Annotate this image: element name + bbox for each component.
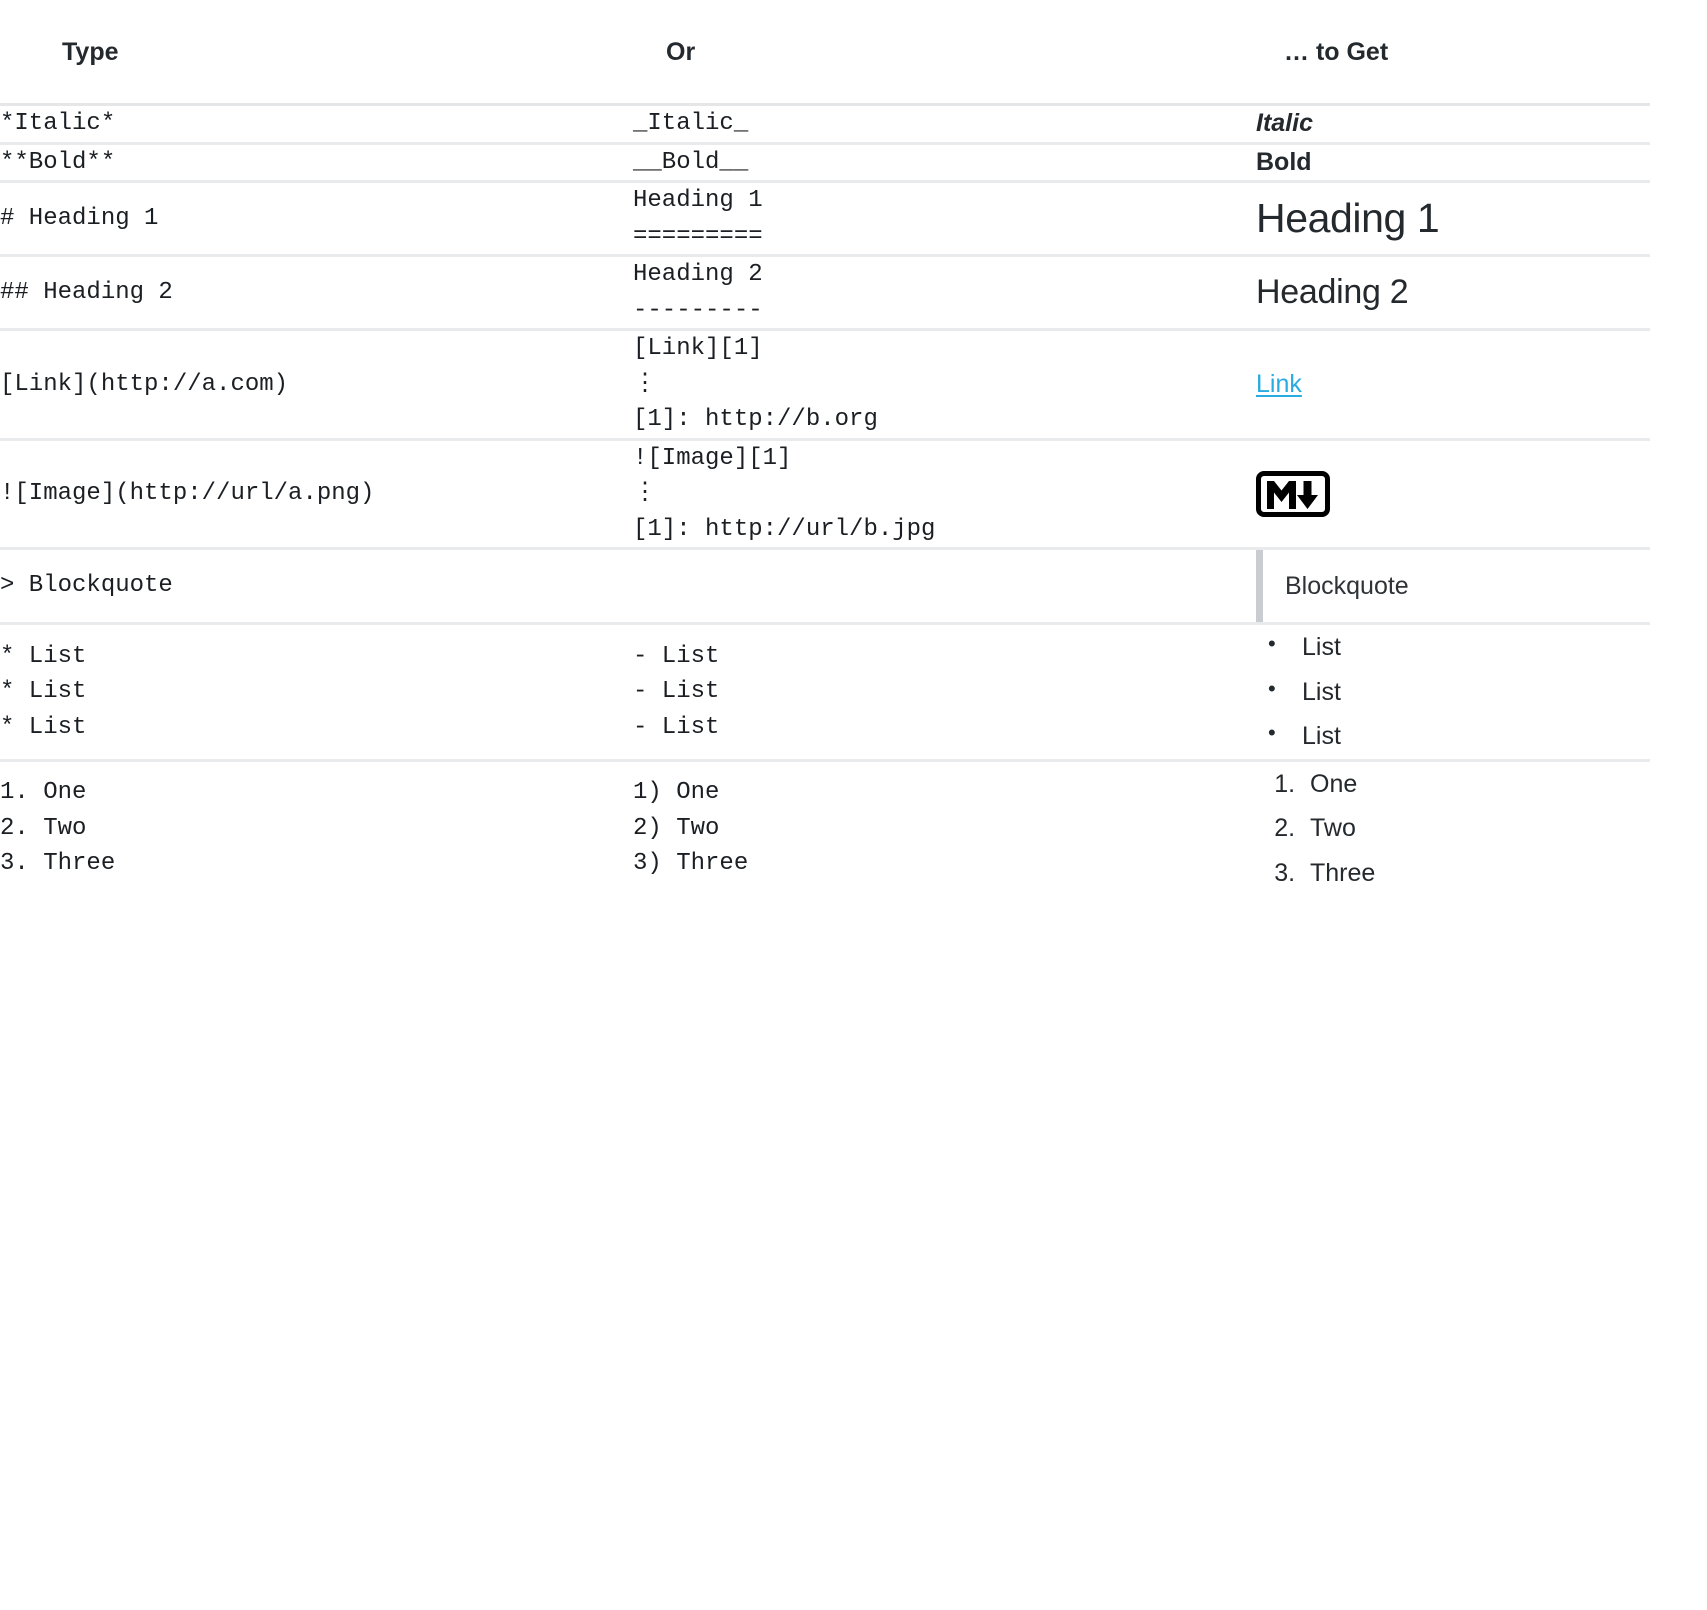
list-item: Two xyxy=(1302,806,1650,851)
markdown-cheatsheet: Type Or … to Get *Italic* _Italic_ Itali… xyxy=(0,0,1707,895)
syntax-link-alt-line3: [1]: http://b.org xyxy=(633,406,878,434)
result-olist: One Two Three xyxy=(1256,762,1650,896)
result-heading-2: Heading 2 xyxy=(1256,256,1650,330)
list-item: One xyxy=(1302,762,1650,807)
syntax-image-alt-line1: ![Image][1] xyxy=(633,444,792,472)
syntax-heading2-alt-line2: --------- xyxy=(633,296,763,324)
syntax-heading1-alternate: Heading 1 ========= xyxy=(633,182,1256,256)
syntax-ulist-alternate: - List - List - List xyxy=(633,642,720,741)
list-item: List xyxy=(1260,624,1650,670)
column-header-type: Type xyxy=(0,0,633,106)
table-row-blockquote: > Blockquote Blockquote xyxy=(0,549,1650,624)
blockquote-bar xyxy=(1256,550,1263,623)
syntax-link-alt-ellipsis: ⋮ xyxy=(633,370,657,398)
table-row-bold: **Bold** __Bold__ Bold xyxy=(0,143,1650,182)
syntax-heading2-alt-line1: Heading 2 xyxy=(633,261,763,289)
syntax-image-primary: ![Image](http://url/a.png) xyxy=(0,480,375,508)
syntax-italic-alternate: _Italic_ xyxy=(633,110,749,137)
syntax-ulist-primary: * List * List * List xyxy=(0,642,87,741)
result-italic-text: Italic xyxy=(1256,109,1313,138)
table-header: Type Or … to Get xyxy=(0,0,1650,106)
result-italic: Italic xyxy=(1256,105,1650,144)
table-row-heading-2: ## Heading 2 Heading 2 --------- Heading … xyxy=(0,256,1650,330)
syntax-link-primary: [Link](http://a.com) xyxy=(0,370,289,398)
table-row-heading-1: # Heading 1 Heading 1 ========= Heading 1 xyxy=(0,182,1650,256)
result-link: Link xyxy=(1256,330,1650,440)
syntax-heading1-primary: # Heading 1 xyxy=(0,204,159,232)
syntax-heading1-alt-line2: ========= xyxy=(633,222,763,250)
syntax-italic-primary: *Italic* xyxy=(0,110,116,137)
syntax-image-alt-line3: [1]: http://url/b.jpg xyxy=(633,515,936,543)
result-link-anchor[interactable]: Link xyxy=(1256,370,1302,398)
table-row-unordered-list: * List * List * List - List - List - Lis… xyxy=(0,624,1650,761)
result-ordered-list: One Two Three xyxy=(1256,760,1650,895)
table-row-ordered-list: 1. One 2. Two 3. Three 1) One 2) Two 3) … xyxy=(0,760,1650,895)
column-header-to-get: … to Get xyxy=(1256,0,1650,106)
table-body: *Italic* _Italic_ Italic **Bold** __Bold… xyxy=(0,105,1650,896)
syntax-olist-alternate: 1) One 2) Two 3) Three xyxy=(633,779,749,878)
table-header-row: Type Or … to Get xyxy=(0,0,1650,106)
syntax-image-alt-ellipsis: ⋮ xyxy=(633,480,657,508)
markdown-syntax-table: Type Or … to Get *Italic* _Italic_ Itali… xyxy=(0,0,1650,895)
result-bold: Bold xyxy=(1256,143,1650,182)
syntax-image-alternate: ![Image][1] ⋮ [1]: http://url/b.jpg xyxy=(633,439,1256,549)
table-row-image: ![Image](http://url/a.png) ![Image][1] ⋮ [… xyxy=(0,439,1650,549)
result-blockquote-wrapper: Blockquote xyxy=(1256,550,1650,623)
result-ulist: List List List xyxy=(1256,624,1650,759)
list-item: List xyxy=(1260,713,1650,759)
syntax-olist-primary: 1. One 2. Two 3. Three xyxy=(0,779,116,878)
list-item: Three xyxy=(1302,851,1650,896)
syntax-heading2-primary: ## Heading 2 xyxy=(0,278,173,306)
syntax-blockquote-primary: > Blockquote xyxy=(0,572,173,600)
result-blockquote: Blockquote xyxy=(1256,549,1650,624)
result-heading-1: Heading 1 xyxy=(1256,182,1650,256)
result-blockquote-text: Blockquote xyxy=(1285,571,1409,600)
result-bold-text: Bold xyxy=(1256,147,1312,176)
result-heading2-text: Heading 2 xyxy=(1256,272,1409,311)
list-item: List xyxy=(1260,669,1650,715)
syntax-blockquote-alternate xyxy=(633,549,1256,624)
column-header-or: Or xyxy=(633,0,1256,106)
result-image xyxy=(1256,439,1650,549)
result-heading1-text: Heading 1 xyxy=(1256,195,1440,241)
table-row-italic: *Italic* _Italic_ Italic xyxy=(0,105,1650,144)
table-row-link: [Link](http://a.com) [Link][1] ⋮ [1]: http… xyxy=(0,330,1650,440)
syntax-heading2-alternate: Heading 2 --------- xyxy=(633,256,1256,330)
result-unordered-list: List List List xyxy=(1256,624,1650,761)
syntax-bold-alternate: __Bold__ xyxy=(633,148,749,176)
markdown-mark-icon xyxy=(1256,470,1330,517)
syntax-heading1-alt-line1: Heading 1 xyxy=(633,187,763,215)
syntax-link-alternate: [Link][1] ⋮ [1]: http://b.org xyxy=(633,330,1256,440)
syntax-link-alt-line1: [Link][1] xyxy=(633,335,763,363)
syntax-bold-primary: **Bold** xyxy=(0,148,116,176)
